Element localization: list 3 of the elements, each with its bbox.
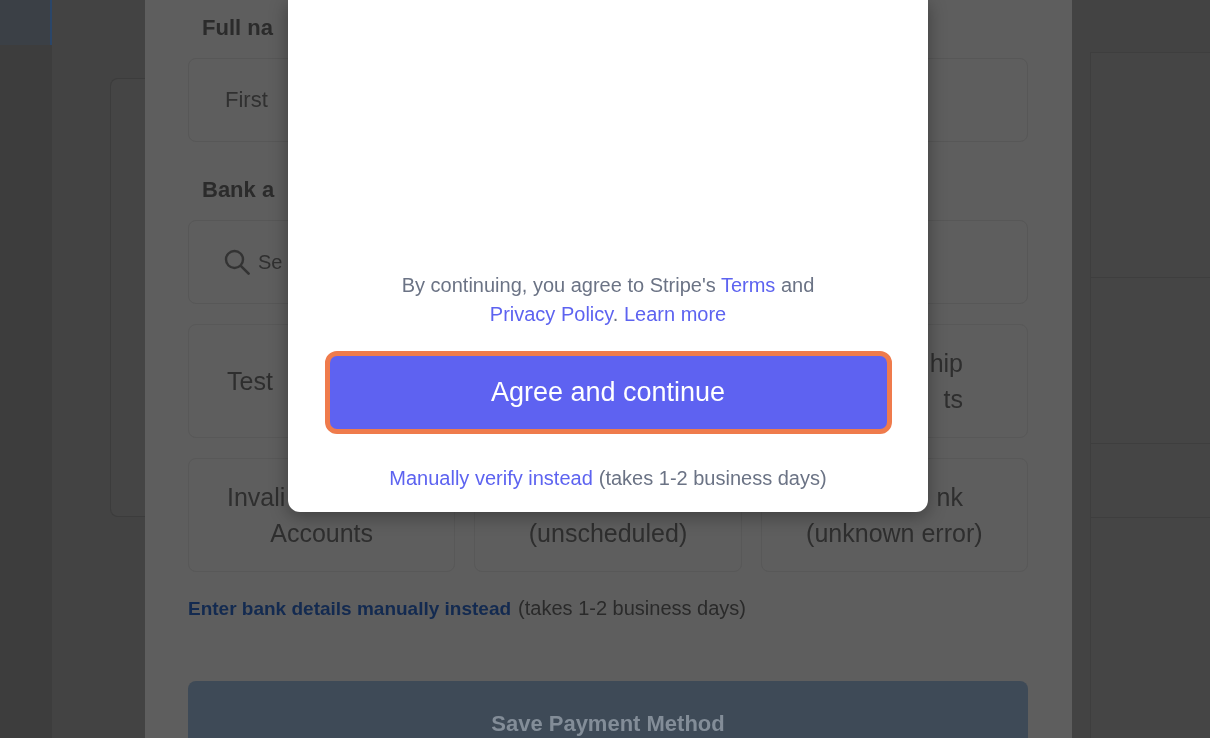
inline-link[interactable]: Privacy Policy [489, 303, 613, 325]
inline-link[interactable]: Learn more [623, 303, 727, 325]
agree-button[interactable]: Agree and continue [324, 351, 892, 434]
